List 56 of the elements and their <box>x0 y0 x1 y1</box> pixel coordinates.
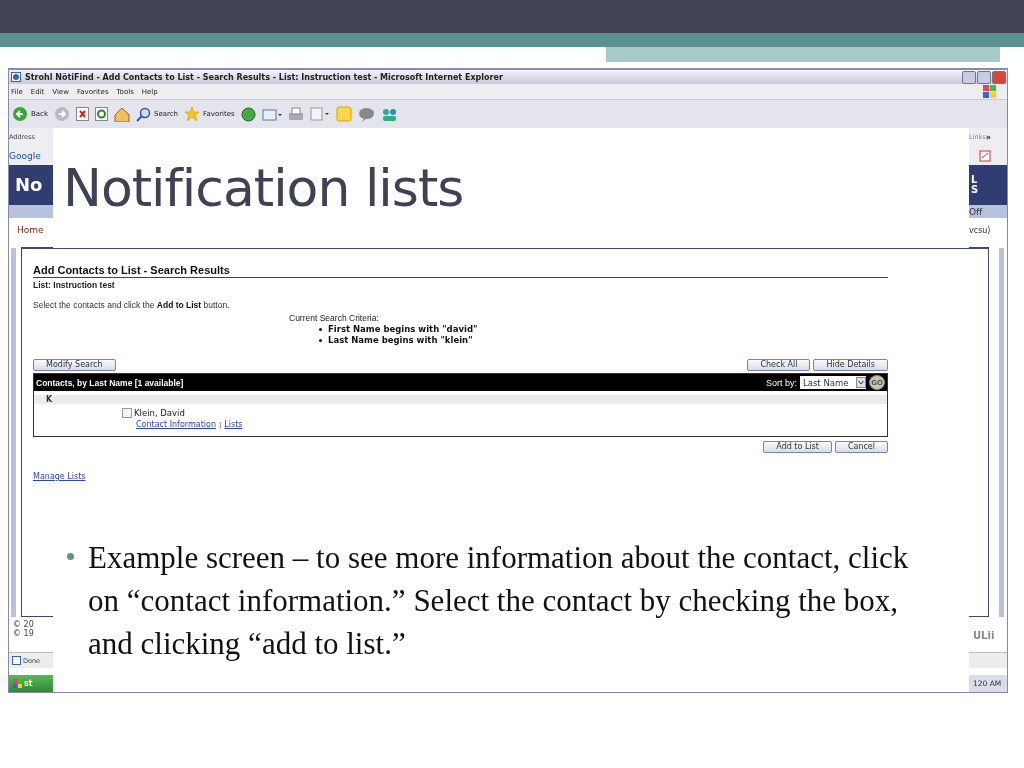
close-button[interactable] <box>992 70 1006 84</box>
slide-title: Notification lists <box>63 158 464 218</box>
footer-logo-text: ULii <box>973 630 995 641</box>
speech-bubble-icon[interactable] <box>357 106 375 122</box>
printer-icon[interactable] <box>287 106 304 122</box>
action-button[interactable]: Cancel <box>834 441 888 453</box>
page-button[interactable]: Check All <box>747 359 811 371</box>
google-toolbar-label: Google <box>9 150 41 161</box>
search-icon[interactable] <box>136 106 151 122</box>
pdf-icon[interactable] <box>979 149 991 162</box>
site-logo: L S <box>969 165 1007 205</box>
bullet-icon <box>67 553 74 560</box>
star-icon[interactable] <box>184 106 201 122</box>
chevron-down-icon <box>856 377 866 388</box>
minimize-button[interactable] <box>962 70 976 84</box>
windows-flag-icon <box>983 85 997 98</box>
sort-label: Sort by: <box>766 377 797 388</box>
document-icon[interactable] <box>309 107 330 121</box>
modify-search-button[interactable]: Modify Search <box>33 359 116 371</box>
nav-bar <box>9 205 53 218</box>
contact-name: Klein, David <box>134 408 185 418</box>
logoff-link[interactable]: Off <box>969 206 983 217</box>
window-title: Strohl NötiFind - Add Contacts to List - Search Results - List: Instruction test - Microsoft Internet Explorer <box>25 72 504 82</box>
group-letter: K <box>34 395 887 404</box>
contact-link[interactable]: Lists <box>224 420 243 429</box>
bullet-text: Example screen – to see more information about the contact, click on “contact information.” Select the contact by checking the box, and clicking “add to list.” <box>88 539 910 663</box>
copyright-text: © 20 <box>13 620 35 629</box>
refresh-icon[interactable] <box>95 107 108 121</box>
user-name: vcsu) <box>969 225 991 235</box>
site-logo: No <box>9 165 53 205</box>
action-button[interactable]: Add to List <box>763 441 832 453</box>
copyright-text: © 19 <box>13 629 35 638</box>
home-icon[interactable] <box>114 106 130 122</box>
mail-icon[interactable] <box>261 107 282 121</box>
home-link[interactable]: Home <box>17 225 44 235</box>
sort-select[interactable]: Last Name <box>800 376 866 389</box>
contact-checkbox[interactable] <box>122 408 132 418</box>
status-bar-segment <box>969 652 1007 668</box>
contact-link[interactable]: Contact Information <box>136 420 216 429</box>
criteria-title: Current Search Criteria: <box>289 313 380 323</box>
restore-button[interactable] <box>977 70 991 84</box>
page-button[interactable]: Hide Details <box>813 359 888 371</box>
manage-lists-link[interactable]: Manage Lists <box>33 472 86 481</box>
instruction-text: Select the contacts and click the Add to List button. <box>33 300 231 310</box>
bullet-icon <box>319 338 322 342</box>
people-icon[interactable] <box>380 106 398 122</box>
windows-flag-icon <box>13 679 22 688</box>
list-label: List: Instruction test <box>33 280 116 290</box>
bullet-icon <box>319 327 322 331</box>
page-icon <box>12 656 21 665</box>
criteria-item: First Name begins with "david" <box>328 324 478 334</box>
browser-app-icon <box>11 72 21 82</box>
criteria-item: Last Name begins with "klein" <box>328 335 473 345</box>
stop-icon[interactable] <box>76 107 89 121</box>
results-title: Contacts, by Last Name [1 available] <box>36 377 184 388</box>
page-heading: Add Contacts to List - Search Results <box>33 264 888 278</box>
